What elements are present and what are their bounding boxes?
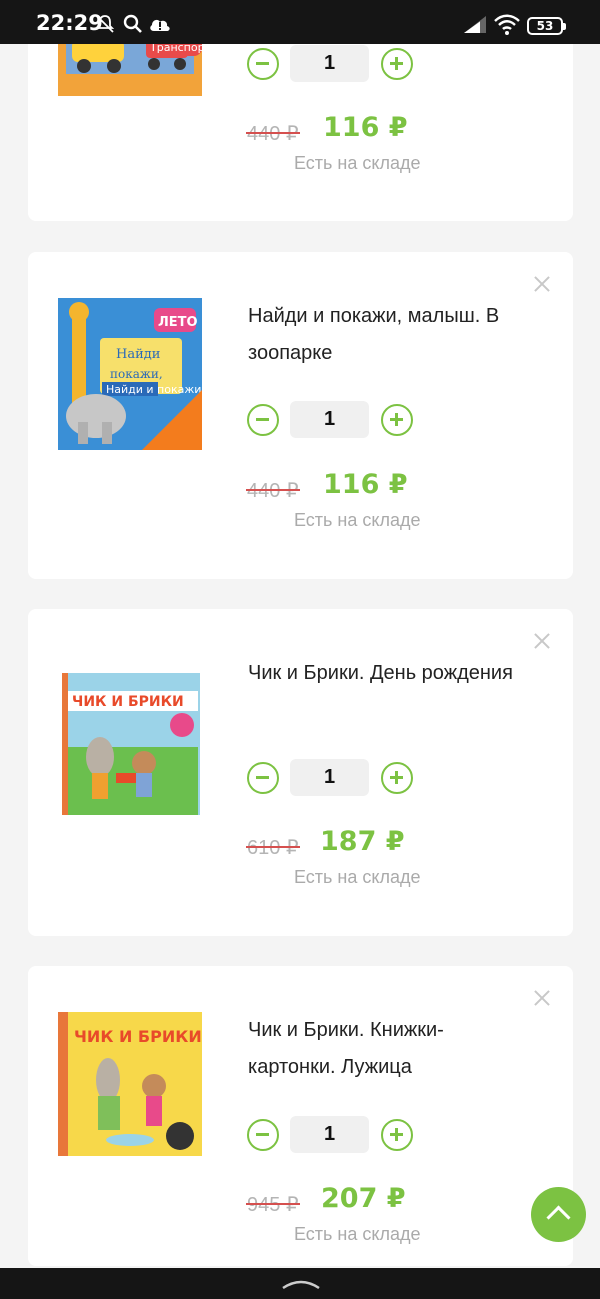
- item-title[interactable]: Чик и Брики. День рождения: [248, 655, 528, 692]
- cart-item-card: ЧИК И БРИКИ Чик и Брики. День рождения 1…: [28, 609, 573, 936]
- svg-text:ЛЕТО: ЛЕТО: [158, 315, 198, 330]
- quantity-value[interactable]: 1: [290, 759, 369, 796]
- old-price: 440 ₽: [246, 480, 300, 502]
- stock-status: Есть на складе: [294, 153, 421, 173]
- status-time: 22:29: [36, 11, 103, 35]
- price: 116 ₽: [323, 469, 408, 500]
- search-icon: [123, 14, 142, 33]
- quantity-increase-button[interactable]: [381, 404, 413, 436]
- stock-status: Есть на складе: [294, 867, 421, 887]
- bell-off-icon: [95, 15, 115, 33]
- quantity-decrease-button[interactable]: [247, 762, 279, 794]
- quantity-value[interactable]: 1: [290, 1116, 369, 1153]
- book-cover[interactable]: ЧИК И БРИКИ: [58, 1012, 202, 1156]
- cover-text: Найди и покажи, малыш: [106, 383, 202, 396]
- stock-status: Есть на складе: [294, 510, 421, 530]
- stock-status: Есть на складе: [294, 1224, 421, 1244]
- scroll-to-top-button[interactable]: [531, 1187, 586, 1242]
- status-bar: 22:29 53: [0, 0, 600, 44]
- quantity-decrease-button[interactable]: [247, 1119, 279, 1151]
- quantity-decrease-button[interactable]: [247, 48, 279, 80]
- cloud-alert-icon: [150, 19, 170, 31]
- item-title[interactable]: Найди и покажи, малыш. В зоопарке: [248, 298, 528, 372]
- old-price: 610 ₽: [246, 837, 300, 859]
- cover-text: ЧИК И БРИКИ: [74, 1027, 202, 1046]
- battery-tip: [563, 23, 566, 30]
- cart-item-card: Найди покажи, Найди и покажи, малыш ЛЕТО…: [28, 252, 573, 579]
- remove-item-icon[interactable]: [532, 631, 552, 651]
- wifi-icon: [494, 14, 520, 35]
- cover-text: ЧИК И БРИКИ: [72, 694, 184, 710]
- price: 207 ₽: [321, 1183, 406, 1214]
- svg-text:Найди: Найди: [116, 347, 160, 362]
- book-cover[interactable]: Найди покажи, Найди и покажи, малыш ЛЕТО: [58, 298, 202, 450]
- navigation-bar: [0, 1268, 600, 1299]
- book-cover[interactable]: ЧИК И БРИКИ: [58, 655, 202, 835]
- old-price: 945 ₽: [246, 1194, 300, 1216]
- quantity-increase-button[interactable]: [381, 762, 413, 794]
- quantity-value[interactable]: 1: [290, 401, 369, 438]
- signal-icon: [464, 16, 486, 33]
- remove-item-icon[interactable]: [532, 988, 552, 1008]
- quantity-decrease-button[interactable]: [247, 404, 279, 436]
- price: 187 ₽: [320, 826, 405, 857]
- old-price: 440 ₽: [246, 123, 300, 145]
- quantity-increase-button[interactable]: [381, 1119, 413, 1151]
- chevron-up-icon: [546, 1205, 571, 1230]
- quantity-value[interactable]: 1: [290, 45, 369, 82]
- price: 116 ₽: [323, 112, 408, 143]
- quantity-increase-button[interactable]: [381, 48, 413, 80]
- remove-item-icon[interactable]: [532, 274, 552, 294]
- svg-text:покажи,: покажи,: [110, 367, 163, 381]
- battery-icon: 53: [527, 17, 563, 35]
- home-gesture-icon[interactable]: [281, 1278, 321, 1290]
- item-title[interactable]: Чик и Брики. Книжки-картонки. Лужица: [248, 1012, 528, 1086]
- cart-item-card: ЧИК И БРИКИ Чик и Брики. Книжки-картонки…: [28, 966, 573, 1266]
